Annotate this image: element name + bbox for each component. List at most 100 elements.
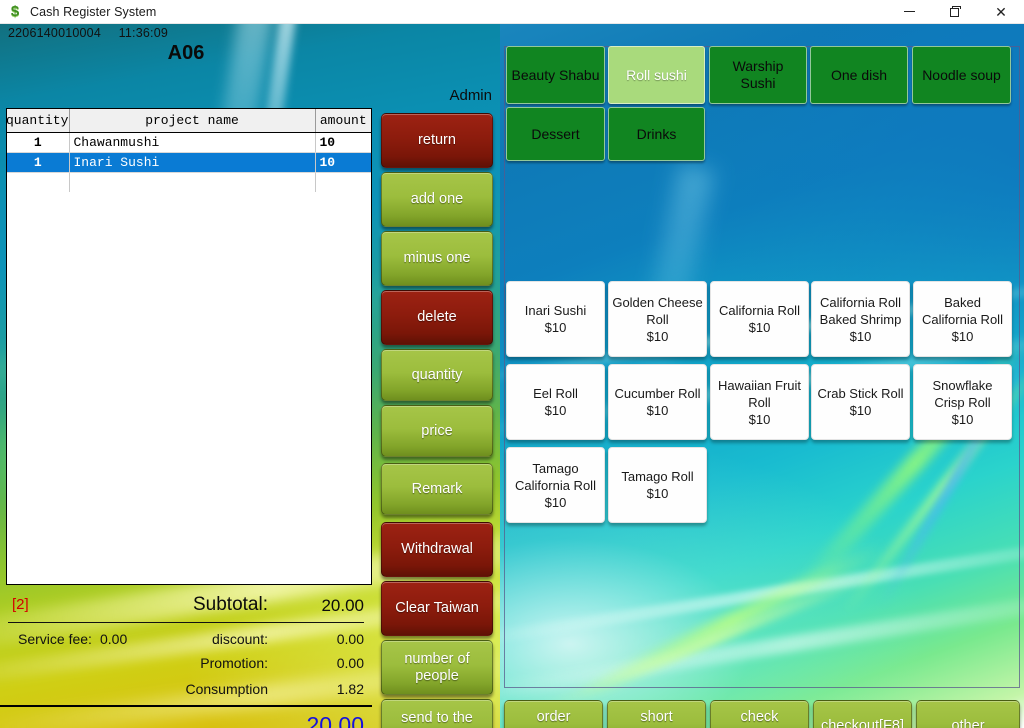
column-header-quantity: quantity bbox=[7, 109, 69, 132]
product-price: $10 bbox=[545, 319, 567, 336]
consumption-value: 1.82 bbox=[268, 681, 364, 697]
product-card[interactable]: California Roll Baked Shrimp$10 bbox=[811, 281, 910, 357]
action-button-withdrawal[interactable]: Withdrawal bbox=[381, 522, 493, 577]
action-button-column: returnadd oneminus onedeletequantitypric… bbox=[381, 113, 493, 728]
product-name: California Roll Baked Shrimp bbox=[815, 294, 906, 328]
order-number: 2206140010004 bbox=[8, 26, 101, 40]
product-card[interactable]: Eel Roll$10 bbox=[506, 364, 605, 440]
subtotal-value: 20.00 bbox=[268, 596, 364, 616]
cell-empty bbox=[69, 172, 315, 192]
product-price: $10 bbox=[952, 411, 974, 428]
column-header-amount: amount bbox=[315, 109, 371, 132]
product-name: Eel Roll bbox=[533, 385, 578, 402]
totals-divider-bottom bbox=[0, 705, 372, 707]
action-button-return[interactable]: return bbox=[381, 113, 493, 168]
app-stage: 2206140010004 11:36:09 A06 Admin quantit… bbox=[0, 24, 1024, 728]
restore-button[interactable] bbox=[932, 0, 978, 24]
category-tab-roll-sushi[interactable]: Roll sushi bbox=[608, 46, 705, 104]
product-card[interactable]: Crab Stick Roll$10 bbox=[811, 364, 910, 440]
action-button-minus-one[interactable]: minus one bbox=[381, 231, 493, 286]
product-price: $10 bbox=[545, 402, 567, 419]
grand-total-value: 20.00 bbox=[200, 712, 364, 728]
product-name: Cucumber Roll bbox=[615, 385, 701, 402]
action-button-number-of-people[interactable]: number of people bbox=[381, 640, 493, 695]
product-card[interactable]: Tamago Roll$10 bbox=[608, 447, 707, 523]
order-items-table[interactable]: quantity project name amount 1Chawanmush… bbox=[6, 108, 372, 585]
cell-amount: 10 bbox=[315, 132, 371, 152]
product-name: Baked California Roll bbox=[917, 294, 1008, 328]
discount-label: discount: bbox=[0, 631, 268, 647]
table-row[interactable]: 1Inari Sushi10 bbox=[7, 152, 371, 172]
close-button[interactable]: ✕ bbox=[978, 0, 1024, 24]
bottom-button-checkout-f8[interactable]: checkout[F8] bbox=[813, 700, 912, 728]
product-card[interactable]: Hawaiian Fruit Roll$10 bbox=[710, 364, 809, 440]
product-price: $10 bbox=[952, 328, 974, 345]
window-title: Cash Register System bbox=[30, 5, 156, 19]
cell-quantity: 1 bbox=[7, 152, 69, 172]
action-button-add-one[interactable]: add one bbox=[381, 172, 493, 227]
cell-project-name: Inari Sushi bbox=[69, 152, 315, 172]
table-header-row: quantity project name amount bbox=[7, 109, 371, 132]
discount-value: 0.00 bbox=[268, 631, 364, 647]
promotion-label: Promotion: bbox=[0, 655, 268, 671]
table-row-empty bbox=[7, 172, 371, 192]
product-card[interactable]: Tamago California Roll$10 bbox=[506, 447, 605, 523]
action-button-send-to-the-kitchen[interactable]: send to the kitchen bbox=[381, 699, 493, 728]
bottom-button-order-food-f5[interactable]: order food[F5] bbox=[504, 700, 603, 728]
category-tab-drinks[interactable]: Drinks bbox=[608, 107, 705, 161]
category-tab-dessert[interactable]: Dessert bbox=[506, 107, 605, 161]
action-button-quantity[interactable]: quantity bbox=[381, 349, 493, 401]
cell-empty bbox=[7, 172, 69, 192]
consumption-label: Consumption bbox=[0, 681, 268, 697]
product-price: $10 bbox=[647, 402, 669, 419]
table-number: A06 bbox=[0, 42, 372, 65]
product-name: Hawaiian Fruit Roll bbox=[714, 377, 805, 411]
action-button-remark[interactable]: Remark bbox=[381, 463, 493, 515]
category-tab-noodle-soup[interactable]: Noodle soup bbox=[912, 46, 1011, 104]
product-name: Tamago California Roll bbox=[510, 460, 601, 494]
product-name: Tamago Roll bbox=[621, 468, 693, 485]
cell-project-name: Chawanmushi bbox=[69, 132, 315, 152]
order-meta: 2206140010004 11:36:09 bbox=[8, 26, 168, 40]
action-button-delete[interactable]: delete bbox=[381, 290, 493, 345]
bottom-button-other[interactable]: other bbox=[916, 700, 1020, 728]
product-card[interactable]: Golden Cheese Roll$10 bbox=[608, 281, 707, 357]
product-card[interactable]: Baked California Roll$10 bbox=[913, 281, 1012, 357]
cell-amount: 10 bbox=[315, 152, 371, 172]
category-tab-beauty-shabu[interactable]: Beauty Shabu bbox=[506, 46, 605, 104]
product-price: $10 bbox=[647, 485, 669, 502]
category-tab-one-dish[interactable]: One dish bbox=[810, 46, 908, 104]
cell-empty bbox=[315, 172, 371, 192]
bottom-button-check-sheet-f7[interactable]: check sheet[F7] bbox=[710, 700, 809, 728]
product-name: Snowflake Crisp Roll bbox=[917, 377, 1008, 411]
product-name: Crab Stick Roll bbox=[818, 385, 904, 402]
product-price: $10 bbox=[749, 411, 771, 428]
category-tab-warship-sushi[interactable]: Warship Sushi bbox=[709, 46, 807, 104]
order-time: 11:36:09 bbox=[119, 26, 168, 40]
product-price: $10 bbox=[545, 494, 567, 511]
column-header-project-name: project name bbox=[69, 109, 315, 132]
bottom-button-short-name-f6[interactable]: short name[F6] bbox=[607, 700, 706, 728]
product-card[interactable]: Snowflake Crisp Roll$10 bbox=[913, 364, 1012, 440]
totals-divider-top bbox=[8, 622, 364, 623]
product-card[interactable]: Inari Sushi$10 bbox=[506, 281, 605, 357]
table-row[interactable]: 1Chawanmushi10 bbox=[7, 132, 371, 152]
minimize-button[interactable] bbox=[886, 0, 932, 24]
action-button-price[interactable]: price bbox=[381, 405, 493, 457]
subtotal-label: Subtotal: bbox=[0, 594, 268, 616]
window-controls: ✕ bbox=[886, 0, 1024, 24]
product-price: $10 bbox=[850, 328, 872, 345]
product-price: $10 bbox=[647, 328, 669, 345]
product-card[interactable]: California Roll$10 bbox=[710, 281, 809, 357]
cell-quantity: 1 bbox=[7, 132, 69, 152]
dollar-icon: $ bbox=[7, 4, 23, 20]
action-button-clear-taiwan[interactable]: Clear Taiwan bbox=[381, 581, 493, 636]
current-user-label: Admin bbox=[0, 87, 492, 104]
promotion-value: 0.00 bbox=[268, 655, 364, 671]
window-titlebar: $ Cash Register System ✕ bbox=[0, 0, 1024, 24]
order-rows: 1Chawanmushi101Inari Sushi10 bbox=[7, 132, 371, 192]
product-name: Golden Cheese Roll bbox=[612, 294, 703, 328]
product-name: Inari Sushi bbox=[525, 302, 586, 319]
product-name: California Roll bbox=[719, 302, 800, 319]
product-card[interactable]: Cucumber Roll$10 bbox=[608, 364, 707, 440]
